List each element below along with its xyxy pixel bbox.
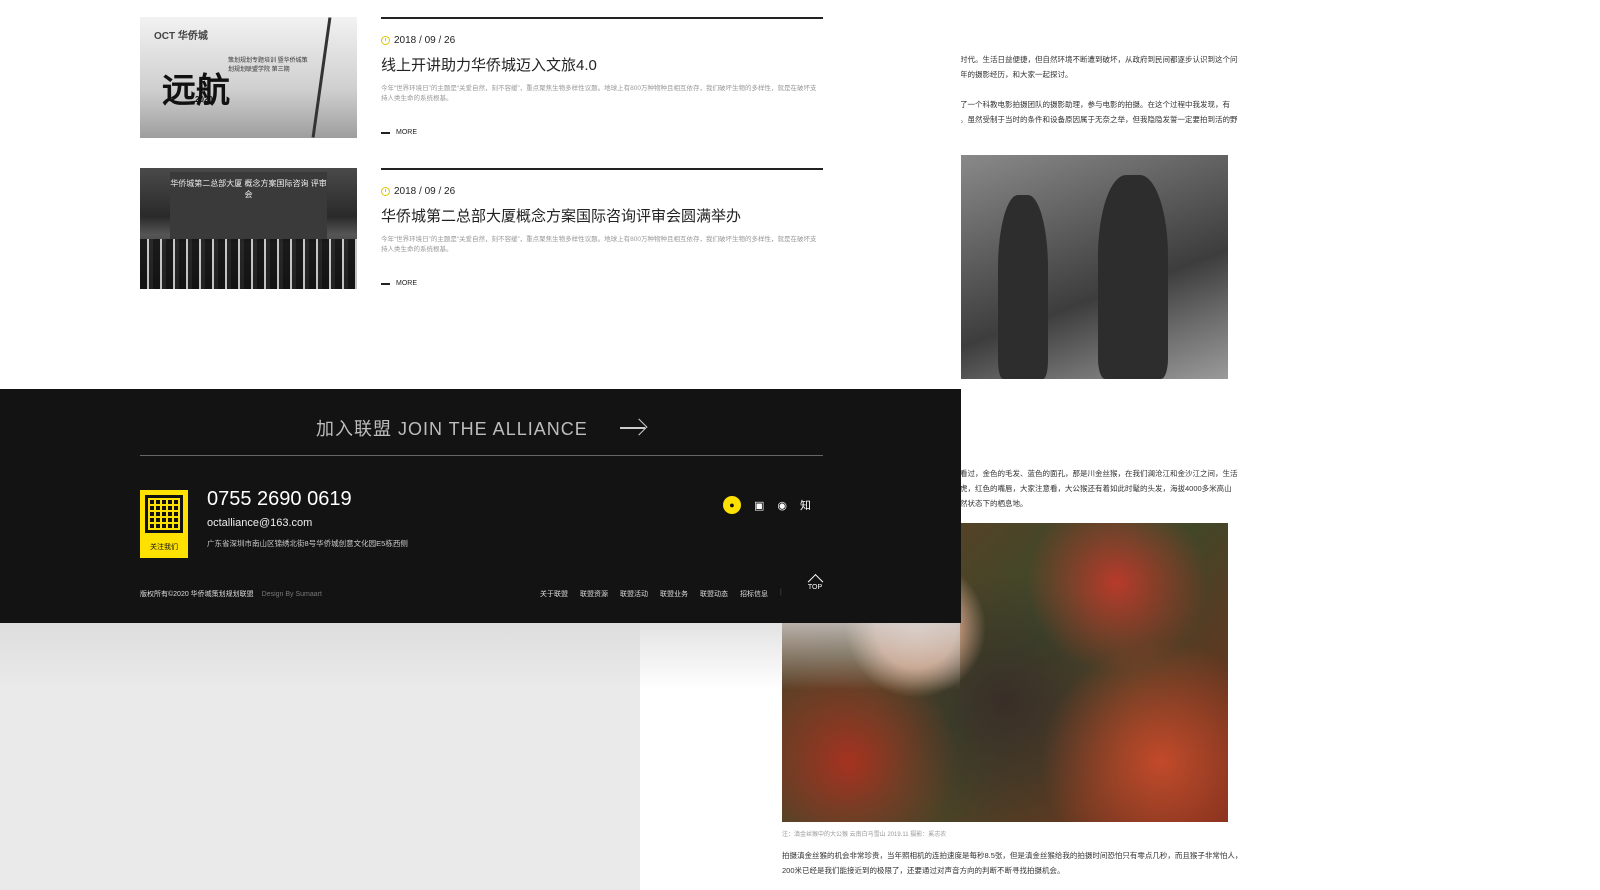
qr-code-icon xyxy=(145,495,183,533)
footer-nav-tenders[interactable]: 招标信息 xyxy=(740,589,768,599)
article-line: 年的摄影经历，和大家一起探讨。 xyxy=(960,70,1073,79)
news-date: 2018 / 09 / 26 xyxy=(381,186,455,197)
clock-icon xyxy=(381,36,390,45)
footer-nav-business[interactable]: 联盟业务 xyxy=(660,589,688,599)
news-item[interactable]: OCT 华侨城 远航 2020 策划规划专题培训 暨华侨城策划规划联盟学院 第三… xyxy=(140,17,823,139)
footer-nav-about[interactable]: 关于联盟 xyxy=(540,589,568,599)
more-label: MORE xyxy=(396,129,417,136)
footer-nav: 关于联盟 联盟资源 联盟活动 联盟业务 联盟动态 招标信息 | xyxy=(540,589,782,599)
copyright-text: 版权所有©2020 华侨城策划规划联盟 xyxy=(140,591,254,598)
news-excerpt: 今年“世界环境日”的主题是“关爱自然，刻不容缓”，重点聚焦生物多样性议题。地球上… xyxy=(381,236,817,253)
oct-logo: OCT 华侨城 xyxy=(154,31,208,42)
back-to-top-button[interactable]: TOP xyxy=(806,572,824,591)
article-paragraph: 时代。生活日益便捷，但自然环境不断遭到破坏，从政府到民间都逐步认识到这个问 年的… xyxy=(960,52,1238,82)
article-paragraph: 拍摄滇金丝猴的机会非常珍贵，当年照相机的连拍速度是每秒8.5张，但是滇金丝猴给我… xyxy=(782,848,1242,878)
article-paragraph: 看过，金色的毛发、蓝色的面孔，那是川金丝猴，在我们澜沧江和金沙江之间，生活 虎，… xyxy=(960,466,1238,511)
copyright: 版权所有©2020 华侨城策划规划联盟 Design By Sumaart xyxy=(140,589,322,599)
bilibili-icon[interactable]: ▣ xyxy=(754,499,764,512)
news-date: 2018 / 09 / 26 xyxy=(381,35,455,46)
social-links: ● ▣ ◉ 知 xyxy=(723,496,811,514)
news-item[interactable]: 华侨城第二总部大厦 概念方案国际咨询 评审会 2018 / 09 / 26 华侨… xyxy=(140,168,823,290)
weibo-icon[interactable]: ◉ xyxy=(777,499,787,512)
group-photo xyxy=(140,239,357,289)
email-address[interactable]: octalliance@163.com xyxy=(207,517,312,529)
dash-icon xyxy=(381,131,390,134)
join-alliance-label: 加入联盟 JOIN THE ALLIANCE xyxy=(316,419,588,439)
more-link[interactable]: MORE xyxy=(381,129,417,136)
thumb-banner: 华侨城第二总部大厦 概念方案国际咨询 评审会 xyxy=(170,172,327,242)
dash-icon xyxy=(381,282,390,285)
news-info: 2018 / 09 / 26 华侨城第二总部大厦概念方案国际咨询评审会圆满举办 … xyxy=(381,168,823,292)
thumb-headline: 远航 xyxy=(162,71,230,111)
article-line: 虎，红色的嘴唇，大家注意看，大公猴还有着如此时髦的头发，海拔4000多米高山 xyxy=(960,484,1232,493)
photo-caption: 注：滇金丝猴中的大公猴 云南白马雪山 2019.11 摄影：奚志农 xyxy=(782,832,947,838)
news-excerpt: 今年“世界环境日”的主题是“关爱自然，刻不容缓”，重点聚焦生物多样性议题。地球上… xyxy=(381,85,817,102)
news-thumbnail[interactable]: 华侨城第二总部大厦 概念方案国际咨询 评审会 xyxy=(140,168,357,289)
sail-mast xyxy=(311,17,332,138)
arrow-right-icon xyxy=(619,420,646,436)
design-credit[interactable]: Design By Sumaart xyxy=(262,591,322,598)
article-line: 了一个科教电影拍摄团队的摄影助理，参与电影的拍摄。在这个过程中我发现，有 xyxy=(960,100,1230,109)
zhihu-icon[interactable]: 知 xyxy=(800,497,811,513)
qr-code-box: 关注我们 xyxy=(140,490,188,558)
site-footer: 加入联盟 JOIN THE ALLIANCE 关注我们 0755 2690 06… xyxy=(0,389,961,623)
phone-number: 0755 2690 0619 xyxy=(207,488,352,510)
news-title[interactable]: 华侨城第二总部大厦概念方案国际咨询评审会圆满举办 xyxy=(381,205,741,226)
article-photo-cameramen xyxy=(958,155,1228,379)
article-line: 然状态下的栖息地。 xyxy=(960,499,1028,508)
more-link[interactable]: MORE xyxy=(381,280,417,287)
wechat-icon[interactable]: ● xyxy=(723,496,741,514)
article-line: 。虽然受制于当时的条件和设备原因属于无奈之举，但我隐隐发誓一定要拍到活的野 xyxy=(960,115,1238,124)
article-line: 200米已经是我们能接近到的极限了，还要通过对声音方向的判断不断寻找拍摄机会。 xyxy=(782,866,1065,875)
news-thumbnail[interactable]: OCT 华侨城 远航 2020 策划规划专题培训 暨华侨城策划规划联盟学院 第三… xyxy=(140,17,357,138)
join-alliance-link[interactable]: 加入联盟 JOIN THE ALLIANCE xyxy=(316,415,646,441)
article-paragraph: 了一个科教电影拍摄团队的摄影助理，参与电影的拍摄。在这个过程中我发现，有 。虽然… xyxy=(960,97,1238,127)
footer-nav-news[interactable]: 联盟动态 xyxy=(700,589,728,599)
article-line: 拍摄滇金丝猴的机会非常珍贵，当年照相机的连拍速度是每秒8.5张，但是滇金丝猴给我… xyxy=(782,851,1243,860)
footer-nav-resources[interactable]: 联盟资源 xyxy=(580,589,608,599)
article-line: 看过，金色的毛发、蓝色的面孔，那是川金丝猴，在我们澜沧江和金沙江之间，生活 xyxy=(960,469,1238,478)
article-line: 时代。生活日益便捷，但自然环境不断遭到破坏，从政府到民间都逐步认识到这个问 xyxy=(960,55,1238,64)
clock-icon xyxy=(381,187,390,196)
news-title[interactable]: 线上开讲助力华侨城迈入文旅4.0 xyxy=(381,54,597,75)
news-info: 2018 / 09 / 26 线上开讲助力华侨城迈入文旅4.0 今年“世界环境日… xyxy=(381,17,823,141)
nav-separator: | xyxy=(780,589,782,596)
news-date-text: 2018 / 09 / 26 xyxy=(394,186,456,197)
news-card: OCT 华侨城 远航 2020 策划规划专题培训 暨华侨城策划规划联盟学院 第三… xyxy=(0,0,961,389)
more-label: MORE xyxy=(396,280,417,287)
thumb-text: 策划规划专题培训 暨华侨城策划规划联盟学院 第三期 xyxy=(228,58,308,73)
thumb-year: 2020 xyxy=(195,95,213,104)
postal-address: 广东省深圳市南山区锦绣北街8号华侨城创意文化园E5栋西侧 xyxy=(207,539,408,548)
news-date-text: 2018 / 09 / 26 xyxy=(394,35,456,46)
footer-divider xyxy=(140,455,823,456)
footer-nav-activities[interactable]: 联盟活动 xyxy=(620,589,648,599)
qr-label: 关注我们 xyxy=(150,544,178,551)
